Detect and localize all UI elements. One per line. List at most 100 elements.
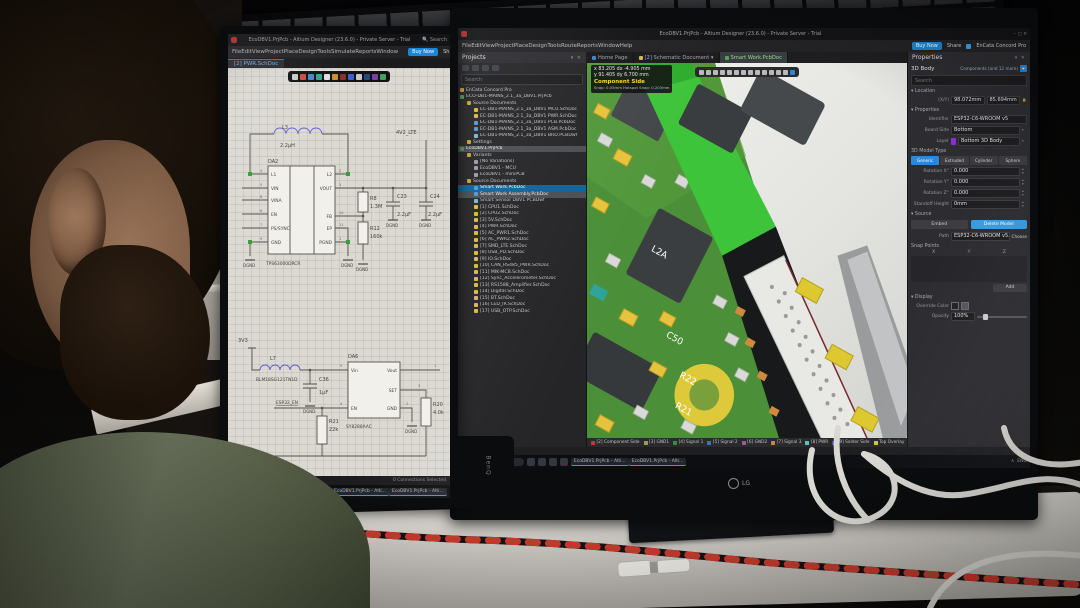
- active-bar-toolbar: [288, 71, 390, 82]
- svg-text:3: 3: [418, 384, 420, 388]
- part-number: TPS63000DRCR: [265, 261, 300, 267]
- value: 1.3M: [370, 204, 382, 210]
- value: 1µF: [319, 390, 328, 396]
- svg-text:GND: GND: [387, 406, 398, 412]
- ref-des: C23: [397, 194, 407, 200]
- svg-text:EN: EN: [351, 406, 357, 412]
- svg-text:2: 2: [339, 169, 341, 173]
- active-bar-icon[interactable]: [348, 74, 354, 80]
- active-bar-icon[interactable]: [308, 74, 314, 80]
- ref-des: L3: [282, 125, 288, 131]
- schematic-ldo-circuit: 3V3 L7 DA6 C36 1µF R21 22k R20 4.0k BLM1…: [230, 330, 446, 465]
- ref-des: R21: [329, 419, 339, 425]
- svg-text:5: 5: [260, 183, 262, 187]
- menu-item[interactable]: View: [252, 49, 265, 55]
- photo-of-workstation: LG EcoDBV1.PrjPcb - Altium Designer (23.…: [0, 0, 1080, 608]
- document-tabs: [2] PWR.SchDoc: [228, 58, 450, 68]
- gnd-label: DGND: [356, 267, 368, 272]
- svg-text:EN: EN: [271, 212, 277, 218]
- svg-text:FB: FB: [326, 214, 332, 220]
- lg-logo-icon: [728, 478, 739, 489]
- svg-text:VINA: VINA: [271, 198, 282, 204]
- svg-text:VIN: VIN: [271, 186, 279, 192]
- selection-status: 0 Connections Selected: [393, 478, 446, 483]
- search-label[interactable]: 🔍 Search: [422, 37, 447, 43]
- svg-text:PGND: PGND: [319, 240, 332, 246]
- active-bar-icon[interactable]: [364, 74, 370, 80]
- document-tab[interactable]: [2] PWR.SchDoc: [228, 59, 284, 68]
- net-label: 4V2_LTE: [396, 130, 417, 136]
- ref-des: R8: [370, 196, 377, 202]
- svg-text:6: 6: [260, 209, 263, 213]
- active-bar-icon[interactable]: [324, 74, 330, 80]
- ref-des: DA6: [348, 354, 358, 360]
- menu-item[interactable]: Simulate: [331, 49, 355, 55]
- taskbar-window-button[interactable]: EcoDBV1.PrjPcb - Alti...: [389, 488, 447, 496]
- active-bar-icon[interactable]: [300, 74, 306, 80]
- svg-text:Vout: Vout: [387, 368, 397, 374]
- ref-des: R20: [433, 402, 443, 408]
- active-bar-icon[interactable]: [356, 74, 362, 80]
- svg-text:VOUT: VOUT: [320, 186, 333, 192]
- svg-text:2: 2: [406, 402, 408, 406]
- ref-des: C36: [319, 377, 329, 383]
- ref-des: C24: [430, 194, 440, 200]
- value: 2.2µH: [280, 143, 295, 149]
- active-bar-icon[interactable]: [340, 74, 346, 80]
- menu-item[interactable]: Reports: [355, 49, 376, 55]
- svg-text:SET: SET: [389, 388, 398, 394]
- gnd-label: DGND: [243, 263, 255, 268]
- menu-item[interactable]: Tools: [317, 49, 331, 55]
- schematic-buck-boost-circuit: L3 2.2µH DA2 4V2_LTE R8 1.3M R12 160k C2…: [230, 104, 446, 304]
- gnd-label: DGND: [419, 223, 431, 228]
- value: 4.0k: [433, 410, 444, 416]
- schematic-canvas[interactable]: L3 2.2µH DA2 4V2_LTE R8 1.3M R12 160k C2…: [228, 68, 450, 476]
- window-title: EcoDBV1.PrjPcb - Altium Designer (23.6.0…: [240, 37, 419, 43]
- svg-text:1: 1: [434, 364, 436, 368]
- svg-text:5: 5: [340, 364, 342, 368]
- gnd-label: DGND: [303, 409, 315, 414]
- active-bar-icon[interactable]: [380, 74, 386, 80]
- svg-text:4: 4: [340, 402, 343, 406]
- svg-text:GND: GND: [271, 240, 282, 246]
- active-bar-icon[interactable]: [372, 74, 378, 80]
- value: 2.2µF: [428, 212, 442, 218]
- active-bar-icon[interactable]: [292, 74, 298, 80]
- left-monitor-screen: EcoDBV1.PrjPcb - Altium Designer (23.6.0…: [228, 34, 450, 498]
- svg-text:8: 8: [260, 195, 263, 199]
- gnd-label: DGND: [341, 263, 353, 268]
- menu-item[interactable]: File: [232, 49, 241, 55]
- menu-item[interactable]: Project: [265, 49, 284, 55]
- gnd-label: DGND: [386, 223, 398, 228]
- ref-des: L7: [270, 356, 276, 362]
- svg-text:1: 1: [339, 237, 341, 241]
- svg-text:7: 7: [260, 223, 262, 227]
- ref-des: R12: [370, 226, 380, 232]
- menu-item[interactable]: Design: [298, 49, 317, 55]
- value: 2.2µF: [397, 212, 411, 218]
- altium-app-icon: [231, 37, 237, 43]
- share-button[interactable]: Share: [443, 49, 450, 55]
- altium-titlebar: EcoDBV1.PrjPcb - Altium Designer (23.6.0…: [228, 34, 450, 46]
- menu-item[interactable]: Window: [376, 49, 398, 55]
- net-label: ESP32_EN: [276, 400, 298, 406]
- svg-text:Vin: Vin: [351, 368, 358, 374]
- gnd-label: DGND: [405, 429, 417, 434]
- part-number: BLM18SG121TN1D: [256, 377, 298, 383]
- menu-item[interactable]: Place: [284, 49, 299, 55]
- part-number: SY8288AAC: [346, 424, 372, 430]
- menubar: FileEditViewProjectPlaceDesignToolsSimul…: [228, 46, 450, 58]
- svg-text:EP: EP: [327, 226, 333, 232]
- active-bar-icon[interactable]: [316, 74, 322, 80]
- benq-logo: BenQ: [485, 455, 492, 475]
- left-monitor-chin: [448, 436, 514, 508]
- menu-item[interactable]: Edit: [241, 49, 252, 55]
- value: 22k: [329, 427, 338, 433]
- active-bar-icon[interactable]: [332, 74, 338, 80]
- buy-now-button[interactable]: Buy Now: [408, 48, 438, 56]
- svg-text:9: 9: [260, 237, 263, 241]
- value: 160k: [370, 234, 383, 240]
- lg-logo: LG: [728, 478, 750, 489]
- svg-text:4: 4: [260, 169, 263, 173]
- svg-text:3: 3: [339, 183, 341, 187]
